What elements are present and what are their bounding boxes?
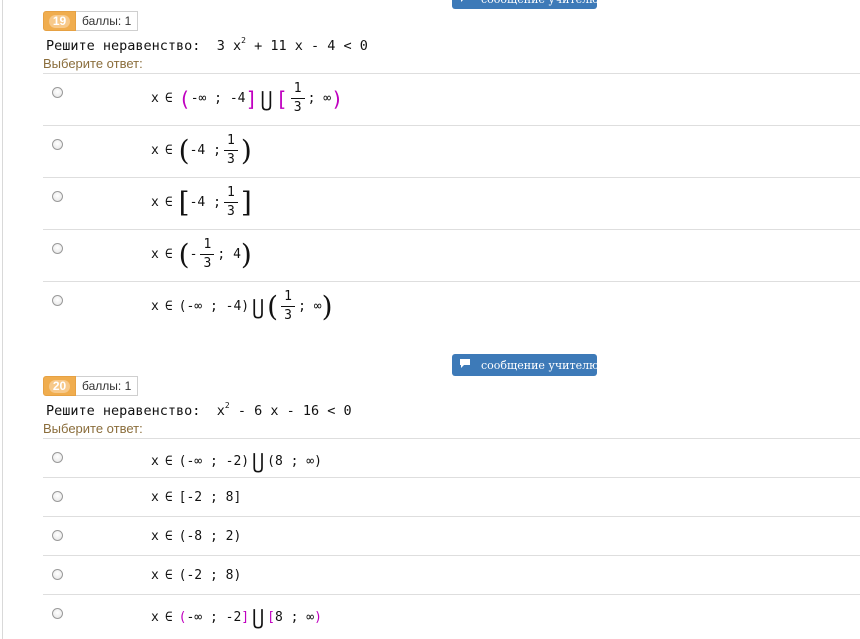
- answer-expression: x ∈ (-∞ ; -4) ⋃ ( 13 ; ∞): [151, 289, 333, 323]
- answer-option[interactable]: x ∈ (-8 ; 2): [43, 516, 860, 556]
- answer-radio[interactable]: [52, 243, 63, 254]
- question-header: 19 баллы: 1: [43, 11, 139, 31]
- answer-expression: x ∈ (-2 ; 8): [151, 568, 242, 583]
- message-button-label: сообщение учителю: [481, 358, 599, 372]
- choose-answer-label: Выберите ответ:: [43, 56, 143, 71]
- answer-expression: x ∈ (-4 ; 13 ): [151, 133, 252, 167]
- answer-option[interactable]: x ∈ (-2 ; 8): [43, 555, 860, 595]
- question-number-badge: 19: [43, 11, 76, 31]
- message-teacher-button[interactable]: сообщение учителю: [452, 0, 599, 9]
- left-border: [2, 0, 3, 639]
- answer-option[interactable]: x ∈ [-2 ; 8]: [43, 477, 860, 517]
- answer-option[interactable]: x ∈ (-∞ ; -4] ⋃ [ 13 ; ∞): [43, 73, 860, 126]
- answer-option[interactable]: x ∈ [-4 ; 13 ]: [43, 177, 860, 230]
- answer-expression: x ∈ [-4 ; 13 ]: [151, 185, 252, 219]
- answer-radio[interactable]: [52, 87, 63, 98]
- answer-radio[interactable]: [52, 295, 63, 306]
- answer-option[interactable]: x ∈ (- 13 ; 4): [43, 229, 860, 282]
- message-button-label: сообщение учителю: [481, 0, 599, 6]
- answer-radio[interactable]: [52, 491, 63, 502]
- question-text: Решите неравенство: 3 x2 + 11 x - 4 < 0: [46, 36, 368, 54]
- answer-expression: x ∈ [-2 ; 8]: [151, 490, 242, 505]
- answer-option[interactable]: x ∈ (-∞ ; -4) ⋃ ( 13 ; ∞): [43, 281, 860, 335]
- message-teacher-button[interactable]: сообщение учителю: [452, 354, 599, 376]
- answer-radio[interactable]: [52, 139, 63, 150]
- answer-expression: x ∈ (- 13 ; 4): [151, 237, 252, 271]
- answer-expression: x ∈ (-∞ ; -2) ⋃ (8 ; ∞): [151, 449, 322, 473]
- question-number-badge: 20: [43, 376, 76, 396]
- answer-radio[interactable]: [52, 452, 63, 463]
- answer-expression: x ∈ (-∞ ; -2] ⋃ [8 ; ∞): [151, 605, 322, 629]
- answer-option[interactable]: x ∈ (-∞ ; -2] ⋃ [8 ; ∞): [43, 594, 860, 639]
- answer-radio[interactable]: [52, 191, 63, 202]
- answer-expression: x ∈ (-8 ; 2): [151, 529, 242, 544]
- answer-radio[interactable]: [52, 608, 63, 619]
- question-header: 20 баллы: 1: [43, 376, 139, 396]
- question-score: баллы: 1: [76, 376, 139, 396]
- choose-answer-label: Выберите ответ:: [43, 421, 143, 436]
- answer-radio[interactable]: [52, 530, 63, 541]
- question-text: Решите неравенство: x2 - 6 x - 16 < 0: [46, 401, 352, 419]
- answer-option[interactable]: x ∈ (-4 ; 13 ): [43, 125, 860, 178]
- speech-bubble-icon: [459, 358, 471, 372]
- answer-radio[interactable]: [52, 569, 63, 580]
- question-score: баллы: 1: [76, 11, 139, 31]
- answer-option[interactable]: x ∈ (-∞ ; -2) ⋃ (8 ; ∞): [43, 438, 860, 478]
- answer-expression: x ∈ (-∞ ; -4] ⋃ [ 13 ; ∞): [151, 81, 344, 115]
- speech-bubble-icon: [459, 0, 471, 6]
